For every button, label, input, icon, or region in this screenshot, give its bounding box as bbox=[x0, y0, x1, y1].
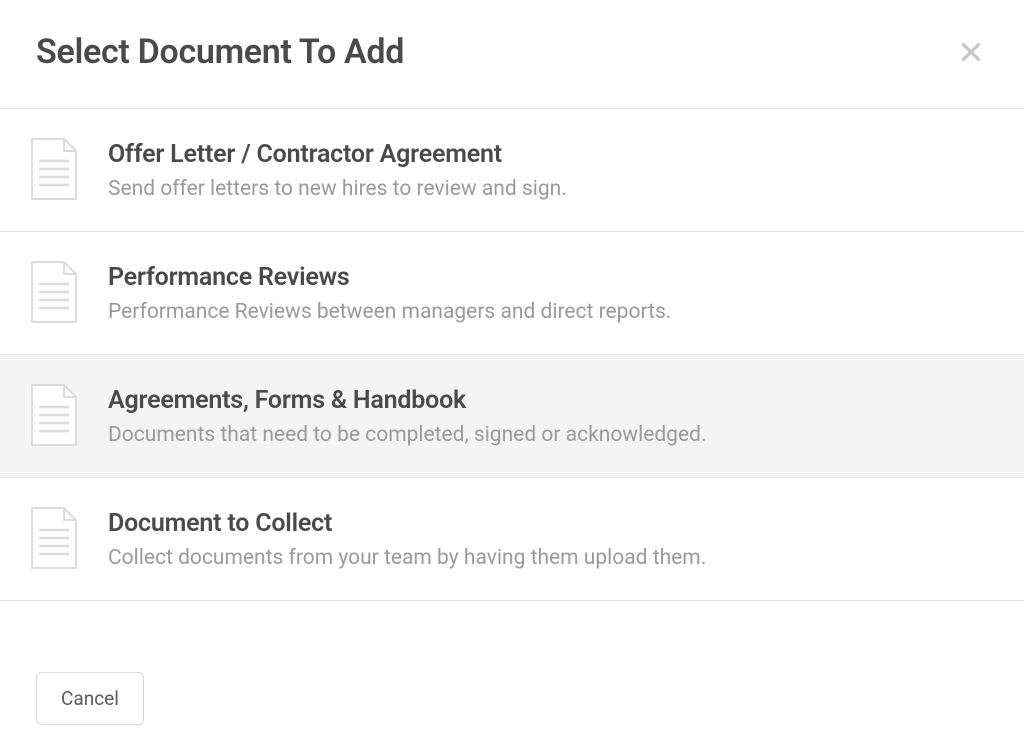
document-icon bbox=[28, 137, 80, 203]
option-description: Collect documents from your team by havi… bbox=[108, 546, 706, 570]
option-title: Agreements, Forms & Handbook bbox=[108, 386, 706, 415]
document-icon bbox=[28, 260, 80, 326]
option-description: Send offer letters to new hires to revie… bbox=[108, 177, 567, 201]
option-text: Agreements, Forms & Handbook Documents t… bbox=[108, 386, 706, 447]
option-performance-reviews[interactable]: Performance Reviews Performance Reviews … bbox=[0, 232, 1024, 355]
option-offer-letter[interactable]: Offer Letter / Contractor Agreement Send… bbox=[0, 109, 1024, 232]
option-title: Performance Reviews bbox=[108, 263, 671, 292]
option-title: Offer Letter / Contractor Agreement bbox=[108, 140, 567, 169]
select-document-modal: Select Document To Add Offer Letter / Co… bbox=[0, 0, 1024, 753]
option-text: Document to Collect Collect documents fr… bbox=[108, 509, 706, 570]
option-title: Document to Collect bbox=[108, 509, 706, 538]
option-document-to-collect[interactable]: Document to Collect Collect documents fr… bbox=[0, 478, 1024, 601]
document-icon bbox=[28, 506, 80, 572]
option-description: Documents that need to be completed, sig… bbox=[108, 423, 706, 447]
document-icon bbox=[28, 383, 80, 449]
option-agreements-forms-handbook[interactable]: Agreements, Forms & Handbook Documents t… bbox=[0, 355, 1024, 478]
cancel-button[interactable]: Cancel bbox=[36, 672, 144, 725]
option-text: Performance Reviews Performance Reviews … bbox=[108, 263, 671, 324]
close-icon bbox=[958, 39, 984, 65]
modal-header: Select Document To Add bbox=[0, 0, 1024, 109]
option-description: Performance Reviews between managers and… bbox=[108, 300, 671, 324]
modal-footer: Cancel bbox=[0, 644, 1024, 753]
option-text: Offer Letter / Contractor Agreement Send… bbox=[108, 140, 567, 201]
modal-title: Select Document To Add bbox=[36, 32, 404, 72]
close-button[interactable] bbox=[954, 35, 988, 69]
document-options-list: Offer Letter / Contractor Agreement Send… bbox=[0, 109, 1024, 644]
